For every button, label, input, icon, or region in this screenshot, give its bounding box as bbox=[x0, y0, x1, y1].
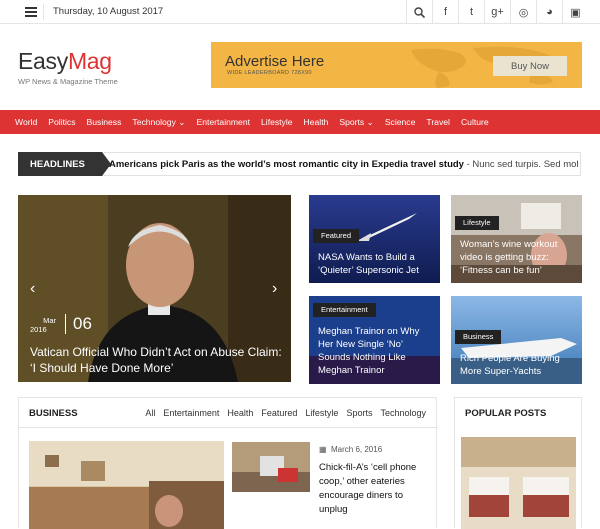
tab-lifestyle[interactable]: Lifestyle bbox=[305, 408, 338, 418]
section-title: BUSINESS bbox=[29, 408, 78, 419]
facebook-icon[interactable]: f bbox=[432, 0, 458, 24]
tab-health[interactable]: Health bbox=[227, 408, 253, 418]
category-badge[interactable]: Lifestyle bbox=[455, 216, 499, 230]
calendar-icon: ▦ bbox=[319, 445, 327, 454]
flickr-icon[interactable]: ▣ bbox=[562, 0, 588, 24]
tab-sports[interactable]: Sports bbox=[346, 408, 372, 418]
nav-item-science[interactable]: Science bbox=[385, 117, 416, 127]
post-card[interactable]: Lifestyle Woman’s wine workout video is … bbox=[451, 195, 582, 283]
widget-title: POPULAR POSTS bbox=[465, 408, 547, 419]
nav-item-culture[interactable]: Culture bbox=[461, 117, 489, 127]
headline-link[interactable]: Americans pick Paris as the world’s most… bbox=[109, 159, 579, 170]
headlines-ticker: HEADLINES Americans pick Paris as the wo… bbox=[18, 152, 581, 176]
top-bar: Thursday, 10 August 2017 f t g+ ◎ ◕ ▣ bbox=[0, 0, 600, 24]
tab-technology[interactable]: Technology bbox=[380, 408, 426, 418]
business-thumb-image[interactable] bbox=[232, 442, 310, 492]
post-card[interactable]: Featured NASA Wants to Build a ‘Quieter’… bbox=[309, 195, 440, 283]
main-navigation: World Politics Business Technology ⌄ Ent… bbox=[0, 110, 600, 134]
nav-item-politics[interactable]: Politics bbox=[48, 117, 75, 127]
headlines-label: HEADLINES bbox=[18, 152, 102, 176]
site-tagline: WP News & Magazine Theme bbox=[18, 77, 118, 86]
tab-all[interactable]: All bbox=[145, 408, 155, 418]
advertisement-banner[interactable]: Advertise Here WIDE LEADERBOARD 728X90 B… bbox=[211, 42, 582, 88]
nav-item-technology[interactable]: Technology ⌄ bbox=[132, 117, 185, 128]
business-section: BUSINESS All Entertainment Health Featur… bbox=[18, 397, 438, 529]
social-links: f t g+ ◎ ◕ ▣ bbox=[406, 0, 588, 24]
post-date: ▦ March 6, 2016 bbox=[319, 445, 383, 454]
slider-day: 06 bbox=[65, 314, 92, 334]
nav-item-entertainment[interactable]: Entertainment bbox=[196, 117, 250, 127]
post-title[interactable]: Meghan Trainor on Why Her New Single ‘No… bbox=[318, 325, 436, 377]
category-badge[interactable]: Business bbox=[455, 330, 502, 344]
post-title[interactable]: Rich People Are Buying More Super-Yachts bbox=[460, 352, 578, 378]
ad-headline: Advertise Here bbox=[225, 53, 325, 70]
nav-item-sports[interactable]: Sports ⌄ bbox=[339, 117, 373, 128]
post-card[interactable]: Entertainment Meghan Trainor on Why Her … bbox=[309, 296, 440, 384]
nav-item-business[interactable]: Business bbox=[87, 117, 122, 127]
post-title[interactable]: NASA Wants to Build a ‘Quieter’ Superson… bbox=[318, 251, 436, 277]
section-divider bbox=[19, 427, 438, 428]
slider-next-arrow-icon[interactable]: › bbox=[272, 280, 277, 298]
search-icon[interactable] bbox=[406, 0, 432, 24]
business-main-image[interactable] bbox=[29, 441, 224, 529]
hamburger-menu-icon[interactable] bbox=[18, 4, 44, 20]
popular-post-image[interactable] bbox=[461, 437, 576, 529]
post-title[interactable]: Chick-fil-A’s ‘cell phone coop,’ other e… bbox=[319, 461, 431, 517]
github-icon[interactable]: ◕ bbox=[536, 0, 562, 24]
nav-item-world[interactable]: World bbox=[15, 117, 37, 127]
post-title[interactable]: Woman’s wine workout video is getting bu… bbox=[460, 238, 578, 277]
tab-featured[interactable]: Featured bbox=[261, 408, 297, 418]
chevron-down-icon: ⌄ bbox=[366, 116, 374, 127]
site-title: EasyMag bbox=[18, 48, 112, 74]
ad-subline: WIDE LEADERBOARD 728X90 bbox=[227, 70, 312, 76]
chevron-down-icon: ⌄ bbox=[178, 116, 186, 127]
category-badge[interactable]: Entertainment bbox=[313, 303, 376, 317]
slider-month-year: Mar 2016 bbox=[30, 316, 56, 334]
section-tabs: All Entertainment Health Featured Lifest… bbox=[137, 408, 426, 418]
buy-now-button[interactable]: Buy Now bbox=[493, 56, 567, 76]
site-logo[interactable]: EasyMag WP News & Magazine Theme bbox=[18, 48, 118, 86]
nav-item-lifestyle[interactable]: Lifestyle bbox=[261, 117, 293, 127]
nav-item-travel[interactable]: Travel bbox=[426, 117, 450, 127]
post-card[interactable]: Business Rich People Are Buying More Sup… bbox=[451, 296, 582, 384]
featured-slider[interactable]: ‹ › Mar 2016 06 Vatican Official Who Did… bbox=[18, 195, 291, 382]
current-date: Thursday, 10 August 2017 bbox=[53, 6, 164, 17]
slider-prev-arrow-icon[interactable]: ‹ bbox=[30, 280, 35, 298]
google-plus-icon[interactable]: g+ bbox=[484, 0, 510, 24]
nav-item-health[interactable]: Health bbox=[304, 117, 329, 127]
popular-posts-widget: POPULAR POSTS bbox=[454, 397, 582, 529]
instagram-icon[interactable]: ◎ bbox=[510, 0, 536, 24]
tab-entertainment[interactable]: Entertainment bbox=[163, 408, 219, 418]
category-badge[interactable]: Featured bbox=[313, 229, 360, 243]
twitter-icon[interactable]: t bbox=[458, 0, 484, 24]
slider-title[interactable]: Vatican Official Who Didn’t Act on Abuse… bbox=[30, 344, 290, 376]
